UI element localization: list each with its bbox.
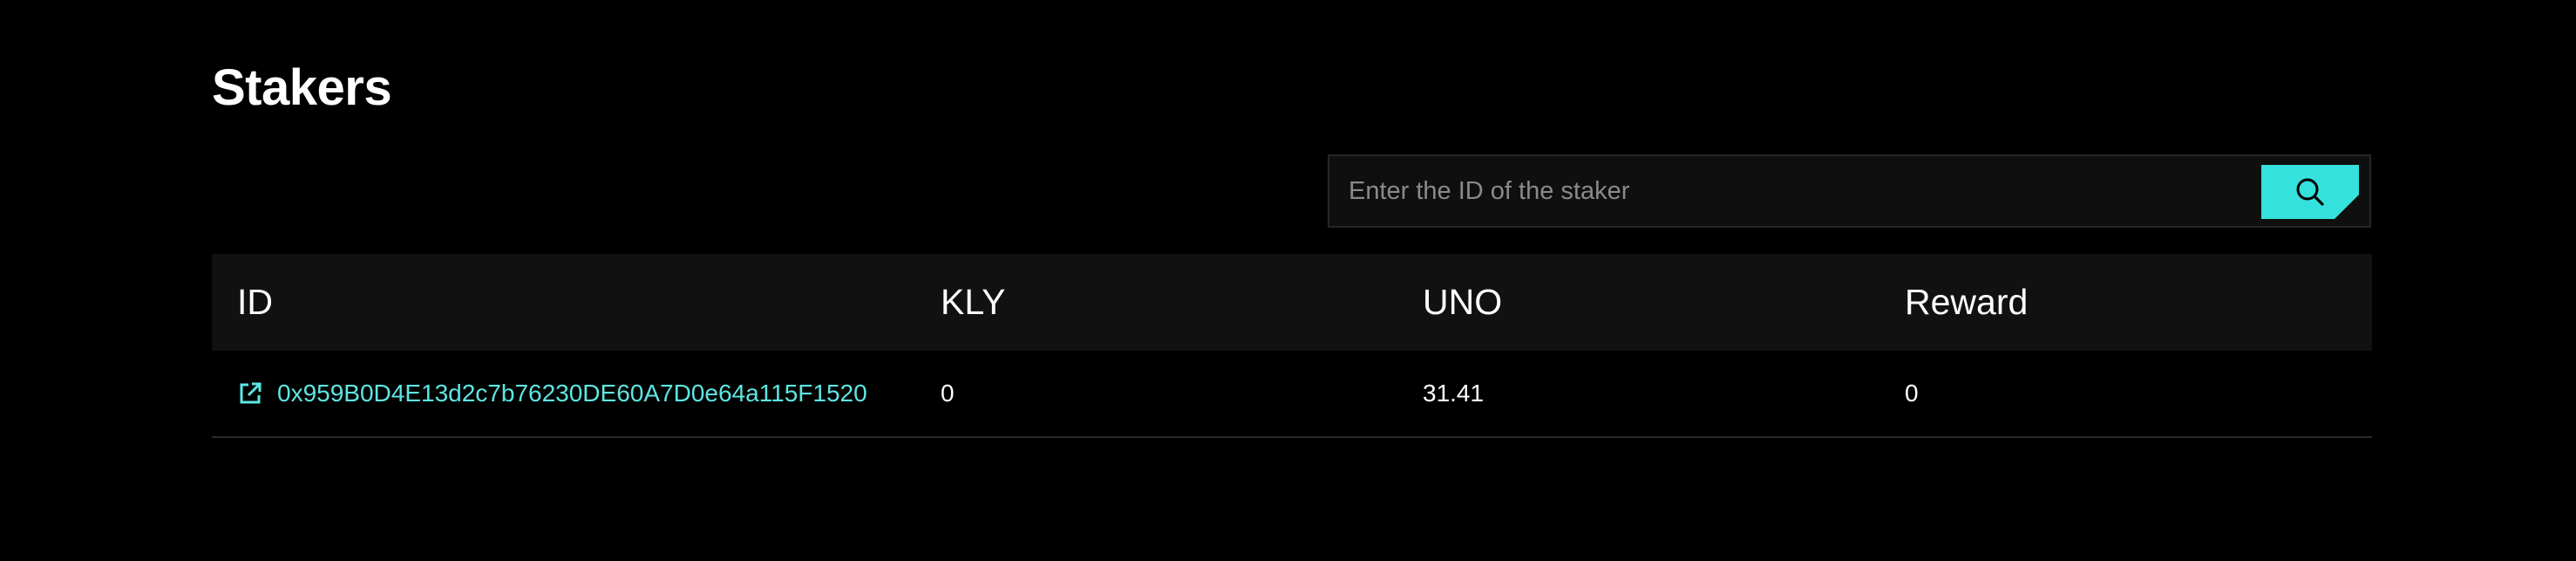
stakers-table: ID KLY UNO Reward 0x959B0D4E13d2c7b76230…	[212, 254, 2372, 438]
staker-id: 0x959B0D4E13d2c7b76230DE60A7D0e64a115F15…	[277, 380, 867, 407]
search-input[interactable]	[1329, 156, 2369, 226]
page-title: Stakers	[212, 59, 392, 116]
reward-value: 0	[1905, 380, 1919, 407]
search-icon	[2296, 178, 2324, 206]
column-header-kly: KLY	[941, 282, 1006, 322]
table-header: ID KLY UNO Reward	[212, 254, 2372, 351]
search-box	[1328, 154, 2371, 228]
kly-value: 0	[941, 380, 955, 407]
staker-id-link[interactable]: 0x959B0D4E13d2c7b76230DE60A7D0e64a115F15…	[237, 380, 867, 407]
table-row: 0x959B0D4E13d2c7b76230DE60A7D0e64a115F15…	[212, 351, 2372, 438]
external-link-icon	[237, 380, 263, 407]
column-header-id: ID	[237, 282, 273, 322]
uno-value: 31.41	[1423, 380, 1485, 407]
column-header-reward: Reward	[1905, 282, 2029, 322]
column-header-uno: UNO	[1423, 282, 1503, 322]
